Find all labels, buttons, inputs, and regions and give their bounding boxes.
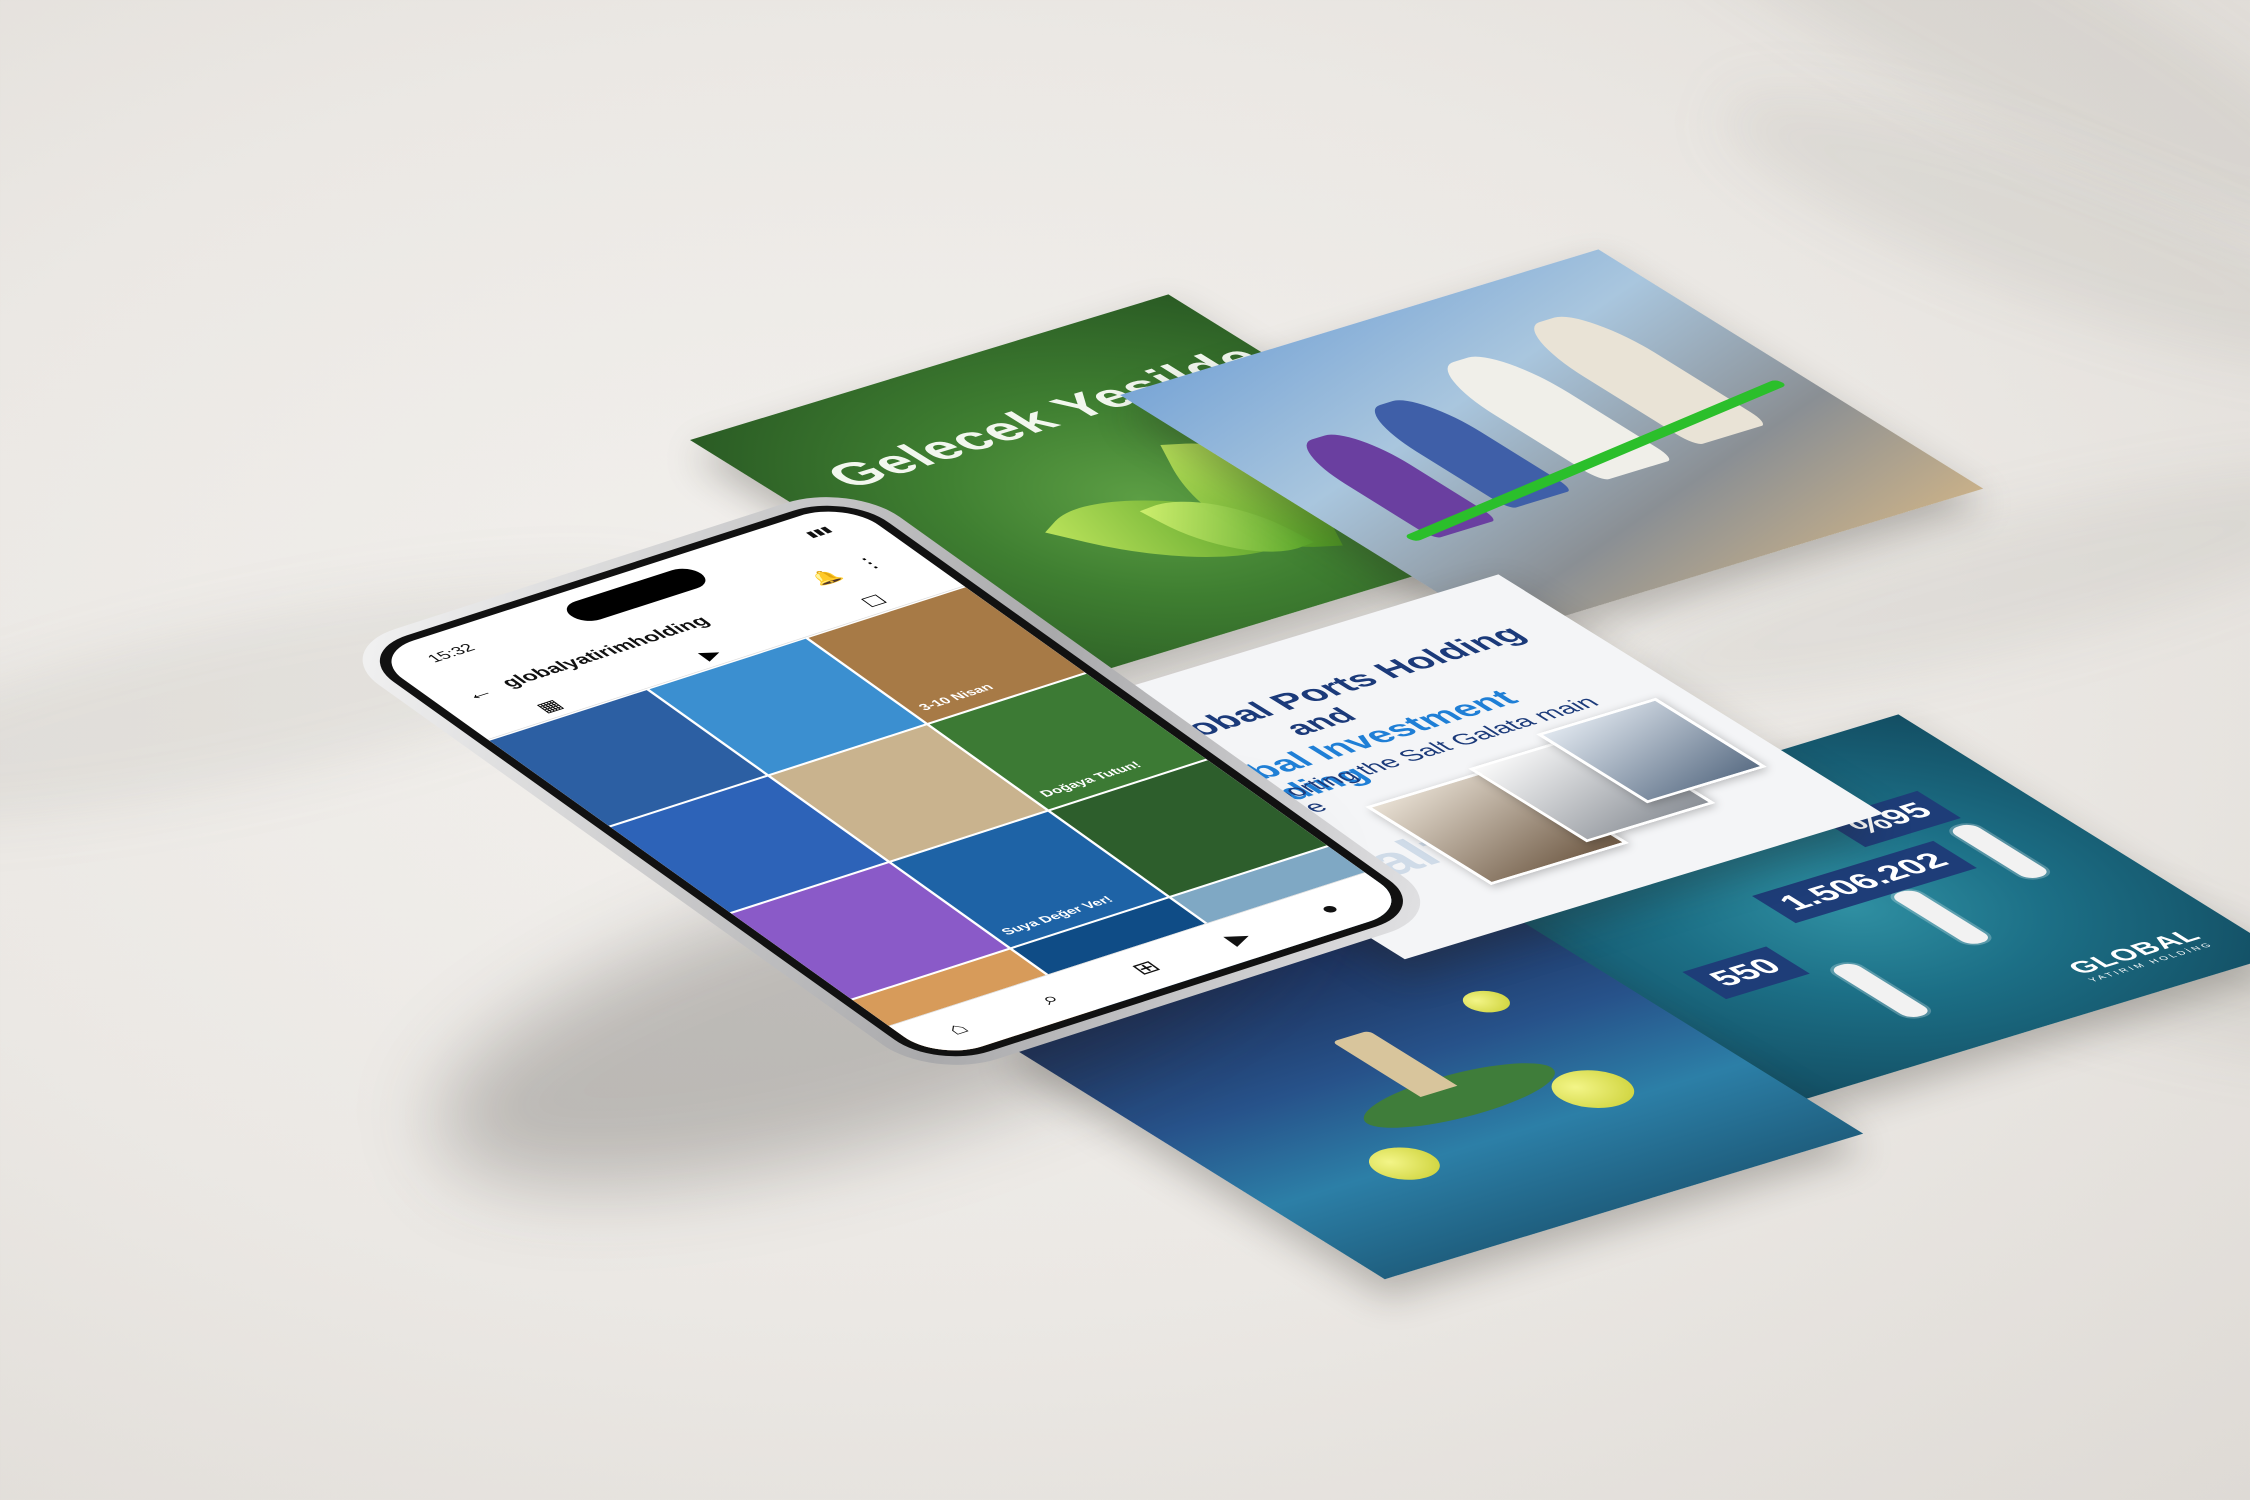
global-logo: GLOBAL YATIRIM HOLDİNG	[2061, 926, 2216, 984]
ship-graphic	[1888, 888, 1994, 947]
battery-icon: ▮▮▮	[801, 524, 835, 540]
back-arrow-icon[interactable]: ←	[455, 682, 501, 705]
reels-icon[interactable]: ▶	[694, 645, 728, 663]
home-icon[interactable]: ⌂	[939, 1019, 975, 1039]
bell-icon[interactable]: 🔔	[804, 567, 848, 588]
grid-icon[interactable]: ▦	[531, 697, 569, 716]
ball-graphic	[1453, 986, 1520, 1017]
more-icon[interactable]: ⋮	[849, 552, 892, 574]
reels-nav-icon[interactable]: ▶	[1218, 927, 1258, 949]
search-icon[interactable]: ⌕	[1032, 989, 1068, 1009]
add-icon[interactable]: ⊞	[1125, 957, 1167, 979]
stat-value: 550	[1701, 954, 1791, 992]
stat-badge: 550	[1682, 946, 1811, 1000]
status-time: 15:32	[423, 641, 480, 665]
profile-icon[interactable]: ●	[1311, 899, 1347, 919]
ball-graphic	[1354, 1141, 1455, 1186]
ship-graphic	[1828, 961, 1934, 1020]
tagged-icon[interactable]: ☐	[856, 592, 893, 611]
tower-graphic	[1331, 1030, 1458, 1097]
